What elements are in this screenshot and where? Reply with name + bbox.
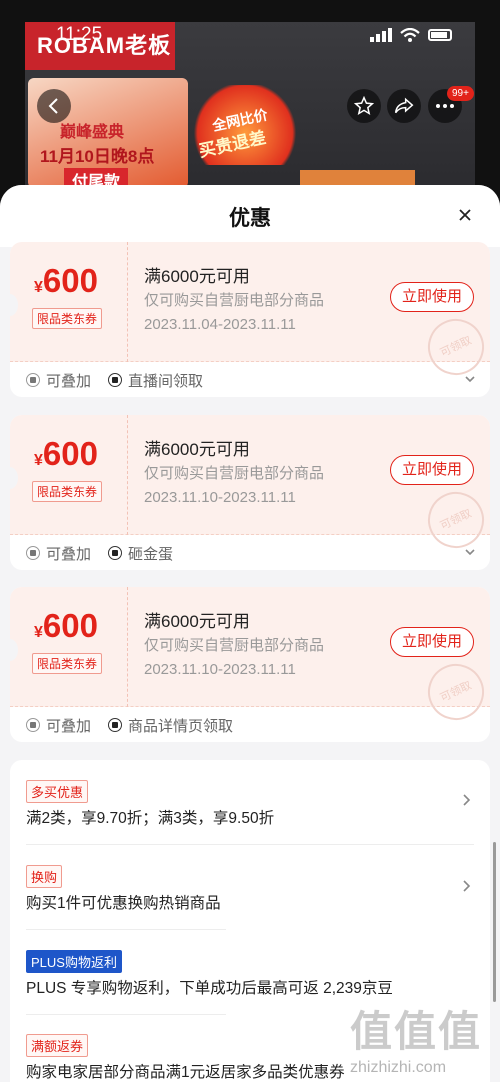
promotion-tag: 换购 <box>26 865 63 888</box>
promo-line-1: 巅峰盛典 <box>60 124 125 141</box>
coupon-value-area: ¥600 限品类东券 <box>10 242 128 362</box>
stackable-icon <box>26 373 40 387</box>
scrollbar[interactable] <box>493 842 496 1002</box>
discount-sheet: 优惠 ¥600 限品类东券 满6000元可用 仅可购买自营厨电部分商品 2023… <box>0 185 500 1082</box>
status-time: 11:25 <box>56 24 103 45</box>
chevron-right-icon <box>463 794 471 806</box>
coupon-validity: 2023.11.10-2023.11.11 <box>144 661 296 678</box>
coupon-value-area: ¥600 限品类东券 <box>10 415 128 535</box>
share-button[interactable] <box>387 89 421 123</box>
promotion-text: 购家电家居部分商品满1元返居家多品类优惠券 <box>26 1064 345 1081</box>
coupon-body: ¥600 限品类东券 满6000元可用 仅可购买自营厨电部分商品 2023.11… <box>10 242 490 385</box>
coupon-source: 直播间领取 <box>128 373 204 390</box>
coupon-scope: 仅可购买自营厨电部分商品 <box>144 465 325 482</box>
coupon-value-area: ¥600 限品类东券 <box>10 587 128 707</box>
stackable-label: 可叠加 <box>46 546 92 563</box>
coupon-type-tag: 限品类东券 <box>32 481 103 502</box>
promotion-text: 满2类，享9.70折；满3类，享9.50折 <box>26 810 275 827</box>
promotion-tag: 多买优惠 <box>26 780 89 803</box>
close-icon[interactable] <box>456 206 474 224</box>
message-count-badge: 99+ <box>447 86 474 101</box>
coupon-scope: 仅可购买自营厨电部分商品 <box>144 637 325 654</box>
sheet-header: 优惠 <box>0 185 500 247</box>
promo-line-2: 11月10日晚8点 <box>40 147 155 166</box>
coupon-source: 砸金蛋 <box>128 546 174 563</box>
coupon-threshold: 满6000元可用 <box>144 267 250 286</box>
coupon-threshold: 满6000元可用 <box>144 612 250 631</box>
back-button[interactable] <box>37 89 71 123</box>
coupon-scope: 仅可购买自营厨电部分商品 <box>144 292 325 309</box>
watermark: 值值值 zhizhizhi.com <box>350 998 482 1077</box>
chevron-left-icon <box>48 98 58 114</box>
source-icon <box>108 373 122 387</box>
use-now-button[interactable]: 立即使用 <box>390 627 474 657</box>
watermark-site: zhizhizhi.com <box>350 1059 447 1076</box>
stackable-icon <box>26 546 40 560</box>
coupon-source: 商品详情页领取 <box>128 718 234 735</box>
promotion-item[interactable]: 多买优惠 满2类，享9.70折；满3类，享9.50折 <box>10 760 490 845</box>
coupon-amount: ¥600 <box>34 607 98 644</box>
wifi-icon <box>400 28 420 42</box>
coupon-card: ¥600 限品类东券 满6000元可用 仅可购买自营厨电部分商品 2023.11… <box>10 587 490 742</box>
signal-icon <box>370 28 392 42</box>
promotion-text: PLUS 专享购物返利，下单成功后最高可返 2,239京豆 <box>26 980 393 997</box>
coupon-card: ¥600 限品类东券 满6000元可用 仅可购买自营厨电部分商品 2023.11… <box>10 242 490 397</box>
coupon-threshold: 满6000元可用 <box>144 440 250 459</box>
watermark-logo: 值值值 <box>350 1008 483 1055</box>
promotion-text: 购买1件可优惠换购热销商品 <box>26 895 221 912</box>
coupon-amount: ¥600 <box>34 262 98 299</box>
status-icons <box>370 28 452 42</box>
stackable-icon <box>26 718 40 732</box>
battery-icon <box>428 29 452 41</box>
chevron-down-icon[interactable] <box>464 373 476 385</box>
chevron-down-icon[interactable] <box>464 546 476 558</box>
favorite-button[interactable] <box>347 89 381 123</box>
star-icon <box>354 96 374 116</box>
source-icon <box>108 546 122 560</box>
promotion-item[interactable]: 换购 购买1件可优惠换购热销商品 <box>10 845 490 930</box>
coupon-amount: ¥600 <box>34 435 98 472</box>
coupon-footer[interactable]: 可叠加 砸金蛋 <box>10 537 490 569</box>
promotion-tag: PLUS购物返利 <box>26 950 122 973</box>
coupon-footer[interactable]: 可叠加 商品详情页领取 <box>10 709 490 741</box>
chevron-right-icon <box>463 880 471 892</box>
coupon-type-tag: 限品类东券 <box>32 308 103 329</box>
share-icon <box>394 97 414 114</box>
stackable-label: 可叠加 <box>46 373 92 390</box>
coupon-body: ¥600 限品类东券 满6000元可用 仅可购买自营厨电部分商品 2023.11… <box>10 415 490 558</box>
use-now-button[interactable]: 立即使用 <box>390 455 474 485</box>
use-now-button[interactable]: 立即使用 <box>390 282 474 312</box>
stackable-label: 可叠加 <box>46 718 92 735</box>
more-dots-icon <box>436 104 454 108</box>
coupon-body: ¥600 限品类东券 满6000元可用 仅可购买自营厨电部分商品 2023.11… <box>10 587 490 730</box>
coupon-validity: 2023.11.04-2023.11.11 <box>144 316 296 333</box>
coupon-card: ¥600 限品类东券 满6000元可用 仅可购买自营厨电部分商品 2023.11… <box>10 415 490 570</box>
coupon-validity: 2023.11.10-2023.11.11 <box>144 489 296 506</box>
coupon-footer[interactable]: 可叠加 直播间领取 <box>10 364 490 396</box>
sheet-title: 优惠 <box>229 207 271 230</box>
promotion-tag: 满额返券 <box>26 1034 89 1057</box>
source-icon <box>108 718 122 732</box>
coupon-type-tag: 限品类东券 <box>32 653 103 674</box>
